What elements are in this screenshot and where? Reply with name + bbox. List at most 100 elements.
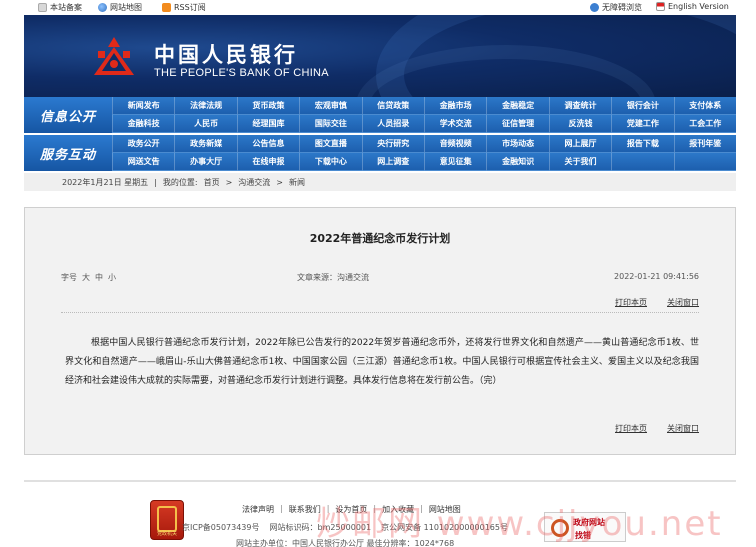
nav-item[interactable]: 报刊年鉴 xyxy=(673,135,736,153)
pboc-logo-icon[interactable] xyxy=(92,35,136,79)
nav-item[interactable]: 意见征集 xyxy=(424,153,487,171)
close-window-link[interactable]: 关闭窗口 xyxy=(667,297,699,308)
breadcrumb-news[interactable]: 新闻 xyxy=(289,177,305,188)
nav-item[interactable]: 反洗钱 xyxy=(548,115,612,133)
public-security-record[interactable]: 京公网安备 110102000000165号 xyxy=(381,522,508,533)
nav-item[interactable]: 工会工作 xyxy=(673,115,736,133)
print-page-link[interactable]: 打印本页 xyxy=(615,297,647,308)
nav-item[interactable]: 学术交流 xyxy=(424,115,487,133)
party-government-badge[interactable]: 党政机关 xyxy=(150,500,184,540)
nav-row-info: 信息公开 新闻发布 法律法规 货币政策 宏观审慎 信贷政策 金融市场 金融稳定 调查统计 银行会… xyxy=(24,97,736,133)
icp-number[interactable]: 京ICP备05073439号 xyxy=(182,522,260,533)
nav-item[interactable]: 金融稳定 xyxy=(486,97,549,115)
nav-item[interactable]: 网上调查 xyxy=(361,153,424,171)
nav-item[interactable]: 人员招录 xyxy=(361,115,424,133)
top-utility-bar: 本站备案 网站地图 RSS订阅 无障碍浏览 English Version xyxy=(0,0,756,15)
gov-site-error-report[interactable]: 政府网站 找错 xyxy=(544,512,626,542)
accessibility-icon xyxy=(590,3,599,12)
nav-item[interactable]: 图文直播 xyxy=(299,135,362,153)
nav-item[interactable]: 网送文告 xyxy=(112,153,175,171)
nav-item[interactable]: 调查统计 xyxy=(548,97,612,115)
font-size-label: 字号 xyxy=(61,273,77,282)
nav-item[interactable]: 在线申报 xyxy=(236,153,300,171)
nav-item[interactable]: 宏观审慎 xyxy=(299,97,362,115)
nav-section-label[interactable]: 信息公开 xyxy=(24,97,112,133)
breadcrumb-communication[interactable]: 沟通交流 xyxy=(238,177,270,188)
print-page-link[interactable]: 打印本页 xyxy=(615,423,647,434)
nav-item[interactable]: 市场动态 xyxy=(486,135,549,153)
close-window-link[interactable]: 关闭窗口 xyxy=(667,423,699,434)
nav-item[interactable]: 党建工作 xyxy=(611,115,674,133)
nav-item[interactable]: 银行会计 xyxy=(611,97,674,115)
article-title: 2022年普通纪念币发行计划 xyxy=(309,232,451,245)
article-source: 文章来源：沟通交流 xyxy=(297,273,369,282)
set-homepage-link[interactable]: 设为首页 xyxy=(335,504,367,515)
main-navigation: 信息公开 新闻发布 法律法规 货币政策 宏观审慎 信贷政策 金融市场 金融稳定 调查统计 银行会… xyxy=(24,97,736,173)
nav-item[interactable]: 信贷政策 xyxy=(361,97,424,115)
chevron-right-icon: > xyxy=(276,177,283,187)
nav-item[interactable]: 音频视频 xyxy=(424,135,487,153)
legal-notice-link[interactable]: 法律声明 xyxy=(242,504,274,515)
site-footer: 党政机关 法律声明 | 联系我们 | 设为首页 | 加入收藏 | 网站地图 京I… xyxy=(24,480,736,547)
add-favorite-link[interactable]: 加入收藏 xyxy=(382,504,414,515)
nav-item[interactable]: 公告信息 xyxy=(236,135,300,153)
english-version-label: English Version xyxy=(668,2,729,11)
english-version-link[interactable]: English Version xyxy=(656,2,729,11)
sitemap-link[interactable]: 网站地图 xyxy=(98,2,142,13)
breadcrumb-home[interactable]: 首页 xyxy=(204,177,220,188)
footer-separator: | xyxy=(280,504,283,513)
filing-label: 本站备案 xyxy=(50,3,82,12)
find-error-label: 找错 xyxy=(575,531,591,540)
filing-link[interactable]: 本站备案 xyxy=(38,2,82,13)
nav-item[interactable]: 金融市场 xyxy=(424,97,487,115)
nav-item xyxy=(673,153,736,171)
breadcrumb: 2022年1月21日 星期五 | 我的位置: 首页 > 沟通交流 > 新闻 xyxy=(24,173,736,191)
contact-us-link[interactable]: 联系我们 xyxy=(289,504,321,515)
nav-item[interactable]: 央行研究 xyxy=(361,135,424,153)
nav-item[interactable]: 下载中心 xyxy=(299,153,362,171)
nav-section-label[interactable]: 服务互动 xyxy=(24,135,112,171)
nav-item[interactable]: 网上展厅 xyxy=(548,135,612,153)
nav-item[interactable]: 报告下载 xyxy=(611,135,674,153)
nav-item[interactable]: 国际交往 xyxy=(299,115,362,133)
rss-link[interactable]: RSS订阅 xyxy=(162,2,206,13)
article-timestamp: 2022-01-21 09:41:56 xyxy=(614,272,699,281)
article-body: 根据中国人民银行普通纪念币发行计划，2022年除已公告发行的2022年贺岁普通纪… xyxy=(65,338,699,386)
current-date: 2022年1月21日 星期五 xyxy=(62,177,149,187)
emblem-icon xyxy=(157,506,177,532)
nav-grid: 新闻发布 法律法规 货币政策 宏观审慎 信贷政策 金融市场 金融稳定 调查统计 银行会计 支付体系… xyxy=(112,97,736,133)
nav-item[interactable]: 新闻发布 xyxy=(112,97,175,115)
footer-registration: 京ICP备05073439号 网站标识码：bm25000001 京公网安备 11… xyxy=(182,522,508,533)
nav-item[interactable]: 政务新媒 xyxy=(174,135,237,153)
font-size-controls: 字号 大 中 小 xyxy=(61,272,116,283)
nav-item[interactable]: 关于我们 xyxy=(548,153,612,171)
star-icon xyxy=(38,3,47,12)
accessibility-link[interactable]: 无障碍浏览 xyxy=(590,2,642,13)
nav-item[interactable]: 货币政策 xyxy=(236,97,300,115)
nav-grid: 政务公开 政务新媒 公告信息 图文直播 央行研究 音频视频 市场动态 网上展厅 报告下载 报刊年鉴… xyxy=(112,135,736,171)
site-header-banner: 中国人民银行 THE PEOPLE'S BANK OF CHINA xyxy=(24,15,736,97)
article-panel: 2022年普通纪念币发行计划 字号 大 中 小 文章来源：沟通交流 2022-0… xyxy=(24,207,736,455)
nav-item[interactable]: 人民币 xyxy=(174,115,237,133)
magnifier-icon xyxy=(551,519,569,537)
site-identifier: 网站标识码：bm25000001 xyxy=(269,523,372,532)
article-meta: 字号 大 中 小 文章来源：沟通交流 2022-01-21 09:41:56 xyxy=(61,272,699,283)
nav-item[interactable]: 办事大厅 xyxy=(174,153,237,171)
site-name-chinese[interactable]: 中国人民银行 xyxy=(154,39,298,69)
nav-item[interactable]: 金融科技 xyxy=(112,115,175,133)
font-size-small[interactable]: 小 xyxy=(108,272,116,283)
footer-sitemap-link[interactable]: 网站地图 xyxy=(429,504,461,515)
nav-item[interactable]: 法律法规 xyxy=(174,97,237,115)
font-size-large[interactable]: 大 xyxy=(82,272,90,283)
nav-item[interactable]: 经理国库 xyxy=(236,115,300,133)
accessibility-label: 无障碍浏览 xyxy=(602,3,642,12)
nav-item xyxy=(611,153,674,171)
font-size-medium[interactable]: 中 xyxy=(95,272,103,283)
nav-item[interactable]: 征信管理 xyxy=(486,115,549,133)
nav-item[interactable]: 支付体系 xyxy=(673,97,736,115)
nav-item[interactable]: 政务公开 xyxy=(112,135,175,153)
footer-separator: | xyxy=(326,504,330,513)
nav-item[interactable]: 金融知识 xyxy=(486,153,549,171)
article-actions-top: 打印本页 关闭窗口 xyxy=(61,297,699,308)
globe-icon xyxy=(98,3,107,12)
